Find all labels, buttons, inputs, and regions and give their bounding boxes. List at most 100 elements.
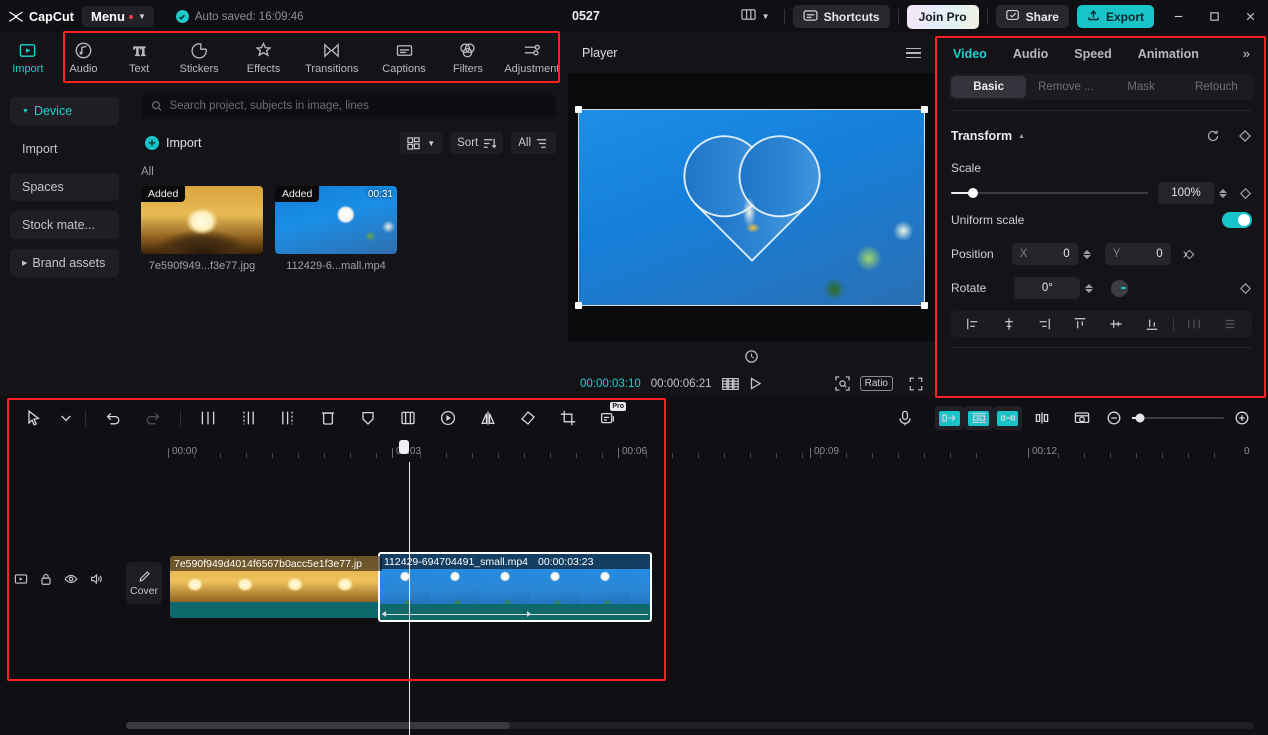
tab-audio[interactable]: Audio (1013, 47, 1048, 61)
align-left-icon[interactable] (955, 317, 991, 331)
split-right-cyan-icon[interactable] (993, 406, 1022, 430)
main-track-icon[interactable] (14, 572, 28, 586)
sidebar-item-device[interactable]: ▼ Device (10, 97, 119, 125)
view-mode-button[interactable]: ▼ (400, 132, 443, 154)
rotate-dial[interactable] (1111, 279, 1129, 297)
sidebar-item-stock-materials[interactable]: Stock mate... (10, 211, 119, 239)
tool-mode-chevron-down-icon[interactable] (54, 403, 78, 433)
sidebar-item-import[interactable]: Import (10, 135, 119, 163)
align-center-horizontal-icon[interactable] (991, 317, 1027, 331)
snapshot-icon[interactable] (1062, 403, 1102, 433)
align-right-icon[interactable] (1027, 317, 1063, 331)
lock-icon[interactable] (39, 572, 53, 586)
menu-button[interactable]: Menu ▼ (82, 6, 154, 27)
share-button[interactable]: Share (995, 5, 1069, 28)
timeline-clip-image[interactable]: 7e590f949d4014f6567b0acc5e1f3e77.jp (170, 556, 382, 618)
align-bottom-icon[interactable] (1134, 317, 1170, 331)
scale-keyframe-icon[interactable] (1239, 187, 1252, 200)
search-box[interactable] (141, 93, 556, 119)
mask-shield-icon[interactable] (348, 403, 388, 433)
sidebar-item-brand-assets[interactable]: ▶ Brand assets (10, 249, 119, 277)
rotate-keyframe-icon[interactable] (1239, 282, 1252, 295)
play-icon[interactable] (749, 377, 762, 390)
tab-transitions[interactable]: Transitions (296, 33, 368, 83)
microphone-icon[interactable] (885, 403, 925, 433)
player-canvas[interactable] (575, 105, 928, 309)
playhead-handle[interactable] (399, 440, 409, 454)
scale-value-input[interactable]: 100% (1158, 182, 1214, 204)
select-arrow-icon[interactable] (14, 403, 54, 433)
playhead[interactable] (409, 462, 410, 735)
auto-caption-pro-icon[interactable]: Pro (588, 402, 628, 433)
zoom-in-icon[interactable] (1230, 403, 1254, 433)
align-center-vertical-icon[interactable] (1098, 317, 1134, 331)
keyframe-diamond-icon[interactable] (1238, 129, 1252, 143)
scale-slider[interactable] (951, 188, 1148, 198)
hamburger-icon[interactable] (906, 47, 921, 59)
split-left-cyan-icon[interactable] (935, 406, 964, 430)
position-y-input[interactable]: Y 0 (1104, 243, 1171, 265)
media-item[interactable]: Added 7e590f949...f3e77.jpg (141, 186, 263, 272)
zoom-fit-icon[interactable] (834, 376, 850, 391)
uniform-scale-toggle[interactable] (1222, 212, 1252, 228)
timeline-clip-video[interactable]: 112429-694704491_small.mp4 00:00:03:23 (378, 552, 652, 622)
split-icon[interactable] (188, 403, 228, 433)
sidebar-item-spaces[interactable]: Spaces (10, 173, 119, 201)
timeline-zoom-slider[interactable] (1132, 413, 1224, 423)
resize-handle-top-right[interactable] (921, 105, 928, 113)
tab-effects[interactable]: Effects (231, 33, 295, 83)
zoom-out-icon[interactable] (1102, 403, 1126, 433)
reset-transform-icon[interactable] (744, 349, 759, 364)
timeline-ruler[interactable]: 00:00 00:03 00:06 00:09 00:12 0 (0, 440, 1268, 462)
resize-handle-bottom-right[interactable] (921, 301, 928, 309)
crop-icon[interactable] (548, 403, 588, 433)
media-item[interactable]: Added 00:31 112429-6...mall.mp4 (275, 186, 397, 272)
scrollbar-thumb[interactable] (126, 722, 510, 729)
mirror-split-icon[interactable] (388, 403, 428, 433)
position-keyframe-icon[interactable] (1183, 248, 1196, 261)
subtab-basic[interactable]: Basic (951, 76, 1027, 98)
reset-icon[interactable] (1206, 129, 1220, 143)
trim-right-icon[interactable] (268, 403, 308, 433)
volume-icon[interactable] (89, 572, 103, 586)
filter-button[interactable]: All (511, 132, 556, 154)
import-media-button[interactable]: + Import (141, 134, 209, 152)
layout-button[interactable]: ▼ (735, 4, 776, 30)
export-button[interactable]: Export (1076, 5, 1154, 28)
distribute-vertical-icon[interactable] (1212, 317, 1248, 331)
tab-import[interactable]: Import (0, 33, 56, 83)
cover-button[interactable]: Cover (126, 562, 162, 604)
auto-cut-cyan-icon[interactable] (964, 406, 993, 430)
position-x-stepper[interactable] (1082, 249, 1091, 259)
resize-handle-bottom-left[interactable] (575, 301, 582, 309)
trim-left-icon[interactable] (228, 403, 268, 433)
scale-slider-knob[interactable] (967, 188, 978, 198)
chevron-up-icon[interactable]: ▲ (1018, 133, 1025, 140)
ratio-button[interactable]: Ratio (859, 376, 893, 391)
tab-speed[interactable]: Speed (1074, 47, 1112, 61)
subtab-retouch[interactable]: Retouch (1179, 74, 1254, 100)
sort-button[interactable]: Sort (450, 132, 504, 154)
keyframe-play-icon[interactable] (428, 403, 468, 433)
scale-stepper[interactable] (1219, 188, 1227, 198)
clip-trim-bar[interactable] (382, 610, 648, 618)
flip-icon[interactable] (468, 403, 508, 433)
join-pro-button[interactable]: Join Pro (906, 4, 979, 29)
search-input[interactable] (169, 100, 546, 112)
maximize-button[interactable] (1196, 0, 1232, 33)
position-x-input[interactable]: X 0 (1011, 243, 1078, 265)
rotate-value-input[interactable]: 0° (1014, 277, 1081, 299)
tab-animation[interactable]: Animation (1138, 47, 1199, 61)
minimize-button[interactable] (1160, 0, 1196, 33)
tab-captions[interactable]: Captions (368, 33, 440, 83)
fullscreen-icon[interactable] (909, 377, 923, 391)
frames-grid-icon[interactable] (721, 377, 739, 390)
tab-filters[interactable]: Filters (440, 33, 496, 83)
tab-adjustment[interactable]: Adjustment (496, 33, 568, 83)
chevron-right-double-icon[interactable]: » (1243, 46, 1250, 61)
cut-marker-icon[interactable] (1022, 403, 1062, 433)
close-button[interactable] (1232, 0, 1268, 33)
tab-audio[interactable]: Audio (56, 33, 112, 83)
redo-icon[interactable] (133, 403, 173, 433)
tab-stickers[interactable]: Stickers (167, 33, 231, 83)
